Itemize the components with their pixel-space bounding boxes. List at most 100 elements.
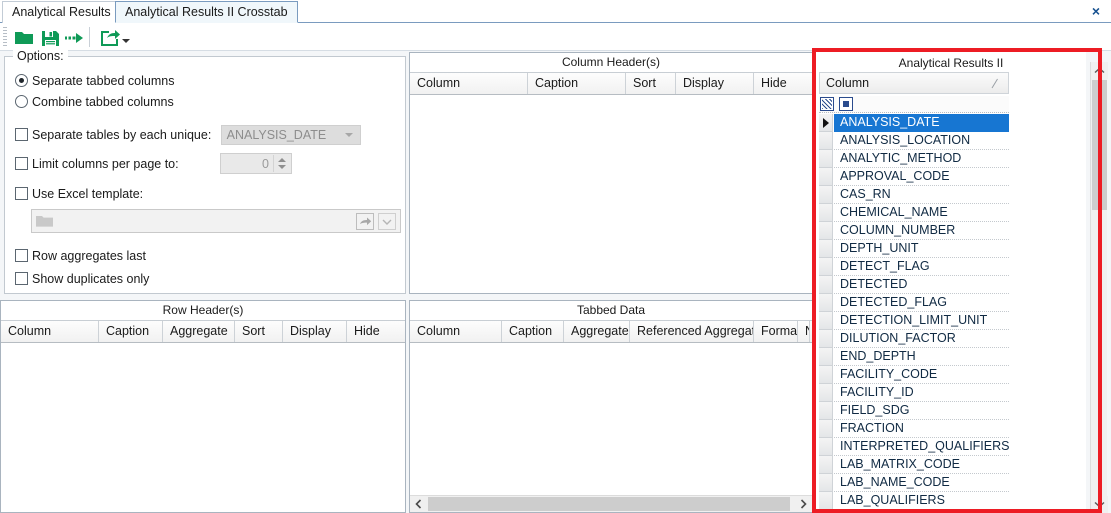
list-item-label[interactable]: DILUTION_FACTOR (834, 330, 1009, 348)
list-item[interactable]: ANALYSIS_DATE (819, 114, 1009, 132)
list-column-header[interactable]: Column (819, 72, 1009, 94)
row-selector[interactable] (819, 258, 833, 276)
option-separate-tabbed-columns[interactable]: Separate tabbed columns (15, 74, 174, 88)
row-headers-grid-body[interactable] (1, 343, 405, 512)
hscroll-thumb[interactable] (428, 497, 790, 511)
list-item[interactable]: DEPTH_UNIT (819, 240, 1009, 258)
option-combine-tabbed-columns[interactable]: Combine tabbed columns (15, 95, 174, 109)
list-item[interactable]: COLUMN_NUMBER (819, 222, 1009, 240)
column-headers-grid-body[interactable] (410, 95, 812, 293)
list-item-label[interactable]: LAB_MATRIX_CODE (834, 456, 1009, 474)
list-item-label[interactable]: CHEMICAL_NAME (834, 204, 1009, 222)
checkbox-show-duplicates-only[interactable] (15, 272, 28, 285)
tabbed-data-hscrollbar[interactable] (410, 495, 812, 512)
list-item[interactable]: DETECTED_FLAG (819, 294, 1009, 312)
hscroll-left-arrow-icon[interactable] (410, 496, 427, 512)
row-selector[interactable] (819, 456, 833, 474)
list-item[interactable]: LAB_QUALIFIERS (819, 492, 1009, 510)
list-item[interactable]: DILUTION_FACTOR (819, 330, 1009, 348)
list-item-label[interactable]: INTERPRETED_QUALIFIERS (834, 438, 1009, 456)
col-header-truncated[interactable]: N (798, 321, 810, 342)
tab-analytical-results-ii-crosstab[interactable]: Analytical Results II Crosstab (115, 1, 298, 23)
row-selector[interactable] (819, 348, 833, 366)
row-selector[interactable] (819, 492, 833, 510)
list-item[interactable]: DETECTED (819, 276, 1009, 294)
separate-tables-select[interactable]: ANALYSIS_DATE (221, 125, 361, 145)
list-item[interactable]: FACILITY_ID (819, 384, 1009, 402)
stepper-buttons[interactable] (273, 155, 290, 172)
list-item[interactable]: DETECT_FLAG (819, 258, 1009, 276)
list-item-label[interactable]: FACILITY_ID (834, 384, 1009, 402)
list-item[interactable]: CAS_RN (819, 186, 1009, 204)
list-item-label[interactable]: ANALYTIC_METHOD (834, 150, 1009, 168)
vscroll-up-arrow-icon[interactable] (1091, 62, 1108, 79)
list-item[interactable]: FIELD_SDG (819, 402, 1009, 420)
col-header-caption[interactable]: Caption (528, 73, 626, 94)
row-selector[interactable] (819, 384, 833, 402)
row-selector[interactable] (819, 240, 833, 258)
list-item-label[interactable]: ANALYSIS_LOCATION (834, 132, 1009, 150)
row-selector[interactable] (819, 402, 833, 420)
row-selector[interactable] (819, 132, 833, 150)
col-header-format[interactable]: Format (754, 321, 798, 342)
list-item[interactable]: LAB_NAME_CODE (819, 474, 1009, 492)
list-item-label[interactable]: DEPTH_UNIT (834, 240, 1009, 258)
analytical-results-vscrollbar[interactable] (1090, 62, 1107, 513)
col-header-referenced-aggregate[interactable]: Referenced Aggregate (630, 321, 754, 342)
list-item-label[interactable]: DETECTION_LIMIT_UNIT (834, 312, 1009, 330)
radio-combine-tabbed-columns[interactable] (15, 95, 28, 108)
analytical-results-list[interactable]: ANALYSIS_DATEANALYSIS_LOCATIONANALYTIC_M… (819, 114, 1009, 513)
template-dropdown-button[interactable] (377, 212, 397, 231)
filter-checkbox-icon[interactable] (820, 97, 834, 111)
row-selector[interactable] (819, 438, 833, 456)
row-selector[interactable] (819, 366, 833, 384)
option-row-aggregates-last[interactable]: Row aggregates last (15, 249, 146, 263)
row-selector[interactable] (819, 330, 833, 348)
col-header-caption[interactable]: Caption (502, 321, 564, 342)
filter-stop-icon[interactable] (839, 97, 853, 111)
export-icon[interactable] (97, 26, 121, 48)
col-header-sort[interactable]: Sort (626, 73, 676, 94)
list-item-label[interactable]: DETECTED (834, 276, 1009, 294)
vscroll-down-arrow-icon[interactable] (1091, 496, 1108, 513)
col-header-column[interactable]: Column (410, 321, 502, 342)
list-item-label[interactable]: FACILITY_CODE (834, 366, 1009, 384)
close-icon[interactable]: × (1085, 1, 1107, 21)
hscroll-right-arrow-icon[interactable] (795, 496, 812, 512)
list-item[interactable]: ANALYSIS_LOCATION (819, 132, 1009, 150)
row-selector[interactable] (819, 222, 833, 240)
col-header-caption[interactable]: Caption (99, 321, 163, 342)
list-item[interactable]: END_DEPTH (819, 348, 1009, 366)
stepper-down-icon[interactable] (278, 164, 287, 171)
list-item-label[interactable]: FRACTION (834, 420, 1009, 438)
col-header-hide[interactable]: Hide (754, 73, 802, 94)
row-selector[interactable] (819, 204, 833, 222)
col-header-aggregate[interactable]: Aggregate (564, 321, 630, 342)
save-icon[interactable] (38, 26, 62, 48)
list-item[interactable]: INTERPRETED_QUALIFIERS (819, 438, 1009, 456)
list-item-label[interactable]: CAS_RN (834, 186, 1009, 204)
tab-analytical-results-ii[interactable]: Analytical Results II (2, 1, 131, 23)
excel-template-path-field[interactable] (31, 209, 401, 233)
toolbar-grip[interactable] (3, 27, 7, 47)
col-header-sort[interactable]: Sort (235, 321, 283, 342)
list-item[interactable]: LAB_MATRIX_CODE (819, 456, 1009, 474)
col-header-hide[interactable]: Hide (347, 321, 393, 342)
list-item-label[interactable]: END_DEPTH (834, 348, 1009, 366)
run-arrow-icon[interactable] (63, 26, 87, 48)
list-item-label[interactable]: ANALYSIS_DATE (834, 114, 1009, 132)
checkbox-row-aggregates-last[interactable] (15, 249, 28, 262)
row-selector[interactable] (819, 168, 833, 186)
checkbox-use-excel-template[interactable] (15, 187, 28, 200)
row-selector[interactable] (819, 474, 833, 492)
col-header-aggregate[interactable]: Aggregate (163, 321, 235, 342)
radio-separate-tabbed-columns[interactable] (15, 74, 28, 87)
list-item-label[interactable]: APPROVAL_CODE (834, 168, 1009, 186)
row-selector[interactable] (819, 312, 833, 330)
list-item-label[interactable]: DETECTED_FLAG (834, 294, 1009, 312)
list-item[interactable]: CHEMICAL_NAME (819, 204, 1009, 222)
export-dropdown-arrow-icon[interactable] (121, 36, 131, 46)
list-item[interactable]: APPROVAL_CODE (819, 168, 1009, 186)
row-selector[interactable] (819, 276, 833, 294)
list-item[interactable]: DETECTION_LIMIT_UNIT (819, 312, 1009, 330)
